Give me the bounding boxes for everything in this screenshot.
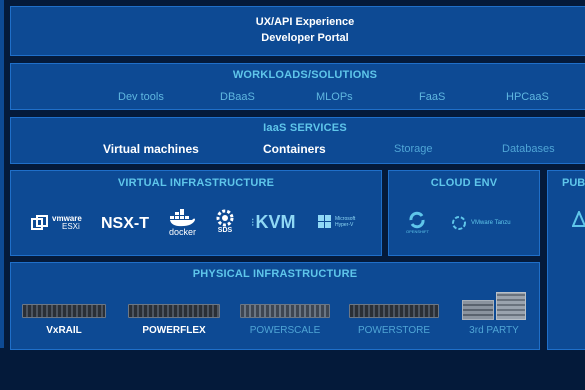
third-party-hardware-icon: [462, 292, 526, 320]
virtual-infrastructure-title: VIRTUAL INFRASTRUCTURE: [117, 177, 275, 189]
powerflex-server-icon: [128, 304, 220, 318]
ux-api-layer: UX/API Experience Developer Portal: [10, 6, 585, 56]
workload-item: Dev tools: [118, 91, 164, 103]
iaas-layer: IaaS SERVICES Virtual machines Container…: [10, 117, 585, 164]
sds-logo: SDS: [216, 209, 234, 234]
workload-item: MLOPs: [316, 91, 353, 103]
openshift-logo: OPENSHIFT: [406, 211, 429, 234]
docker-label: docker: [169, 227, 197, 237]
tanzu-logo: VMware Tanzu: [451, 215, 511, 231]
hyper-v-label: Hyper-V: [335, 222, 354, 228]
ux-title: UX/API Experience: [255, 16, 355, 28]
cloud-provider-icon: [572, 211, 585, 227]
openshift-label: OPENSHIFT: [406, 229, 429, 234]
left-edge-panel: [0, 0, 4, 348]
workload-item: FaaS: [419, 91, 446, 103]
third-party-label: 3rd PARTY: [469, 325, 519, 336]
sds-label: SDS: [217, 227, 233, 234]
powerstore-label: POWERSTORE: [357, 325, 431, 336]
windows-icon: [318, 215, 331, 228]
cloud-env-title: CLOUD ENV: [430, 177, 498, 189]
workload-item: DBaaS: [220, 91, 255, 103]
iaas-title: IaaS SERVICES: [263, 122, 347, 134]
workloads-title: WORKLOADS/SOLUTIONS: [232, 69, 378, 81]
physical-infrastructure-title: PHYSICAL INFRASTRUCTURE: [192, 268, 358, 280]
public-cloud-panel: PUB: [547, 170, 585, 350]
public-title: PUB: [562, 177, 585, 189]
iaas-item: Storage: [394, 143, 433, 155]
powerscale-label: POWERSCALE: [249, 325, 321, 336]
docker-logo: docker: [169, 209, 196, 237]
iaas-item: Containers: [263, 142, 326, 156]
vmware-esxi-logo: vmware ESXi: [31, 215, 82, 231]
tanzu-label: VMware Tanzu: [471, 220, 511, 226]
kvm-label: KVM: [255, 212, 296, 232]
workload-item: HPCaaS: [506, 91, 549, 103]
hyper-v-logo: Microsoft Hyper-V: [318, 215, 355, 229]
workloads-layer: WORKLOADS/SOLUTIONS Dev tools DBaaS MLOP…: [10, 63, 585, 110]
powerflex-label: POWERFLEX: [142, 325, 206, 336]
powerstore-server-icon: [349, 304, 439, 318]
iaas-item: Databases: [502, 143, 555, 155]
iaas-item: Virtual machines: [103, 142, 199, 156]
cloud-env-panel: CLOUD ENV OPENSHIFT VMware Tanzu: [388, 170, 540, 256]
kvm-logo: ⁝ KVM: [251, 212, 296, 233]
esxi-label: ESXi: [62, 222, 80, 231]
virtual-infrastructure-panel: VIRTUAL INFRASTRUCTURE vmware ESXi NSX-T…: [10, 170, 382, 256]
sds-gear-icon: [216, 209, 234, 227]
openshift-icon: [409, 211, 425, 229]
vxrail-server-icon: [22, 304, 106, 318]
nsx-t-logo: NSX-T: [101, 215, 149, 232]
vmware-icon: [31, 215, 48, 230]
vxrail-label: VxRAIL: [46, 325, 82, 336]
docker-whale-icon: [169, 209, 195, 227]
ux-subtitle: Developer Portal: [261, 32, 349, 44]
tanzu-icon: [452, 216, 466, 230]
powerscale-server-icon: [240, 304, 330, 318]
kvm-icon: ⁝: [251, 217, 255, 229]
